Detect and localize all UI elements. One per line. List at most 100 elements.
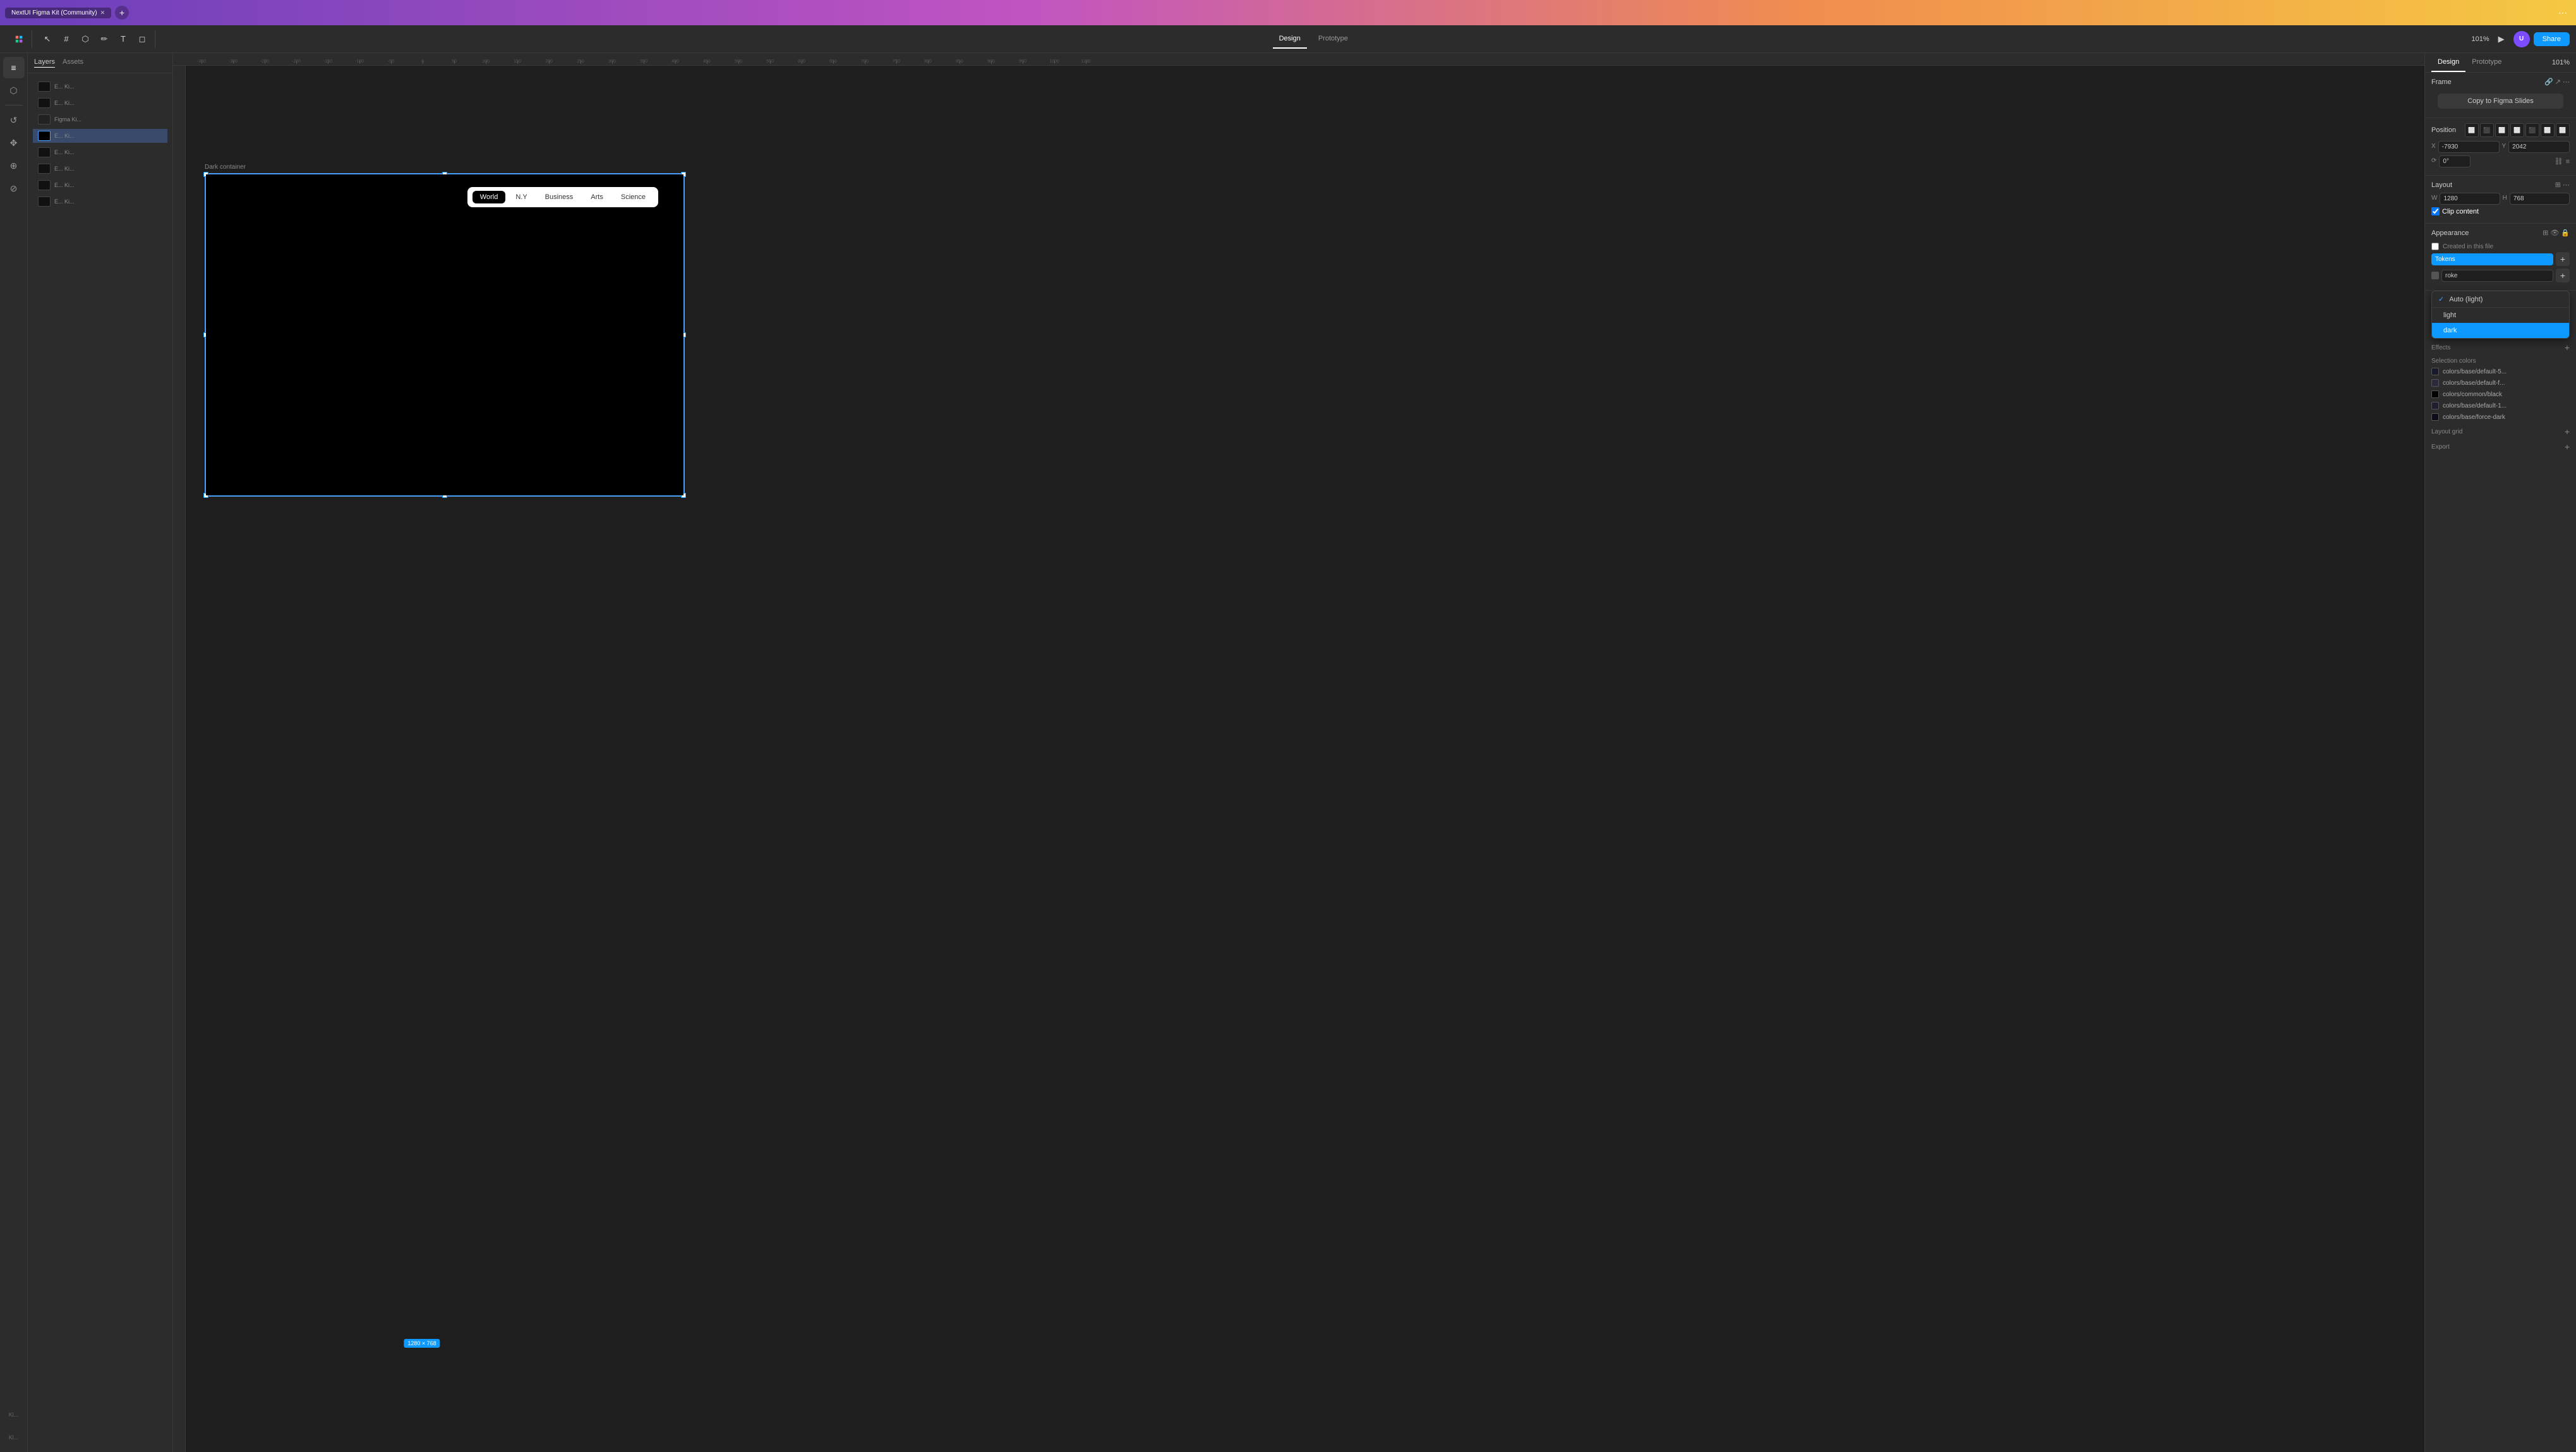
color-row-4[interactable]: colors/base/default-1... bbox=[2425, 400, 2576, 411]
layer-item[interactable]: Figma Ki... bbox=[33, 112, 167, 126]
layer-item[interactable]: E... Ki... bbox=[33, 178, 167, 192]
bottom-icon-2[interactable]: Kl... bbox=[3, 1427, 25, 1448]
right-panel-tabs: Design Prototype 101% bbox=[2425, 53, 2576, 73]
frame-tool-button[interactable]: # bbox=[57, 30, 75, 48]
nav-tab-business[interactable]: Business bbox=[538, 191, 581, 203]
move-icon[interactable]: ✥ bbox=[3, 132, 25, 154]
ruler-mark: 700 bbox=[849, 59, 881, 64]
layer-item[interactable]: E... Ki... bbox=[33, 80, 167, 94]
appearance-eye-icon[interactable]: 👁 bbox=[2550, 229, 2559, 237]
w-label: W bbox=[2431, 195, 2437, 202]
color-row-1[interactable]: colors/base/default-5... bbox=[2425, 366, 2576, 377]
light-option[interactable]: light bbox=[2432, 308, 2569, 323]
stroke-swatch[interactable] bbox=[2431, 272, 2439, 279]
layer-item-selected[interactable]: E... Ki... bbox=[33, 129, 167, 143]
active-tab[interactable]: NextUI Figma Kit (Community) ✕ bbox=[5, 8, 111, 18]
frame-edit-icon[interactable]: ↗ bbox=[2555, 78, 2561, 86]
frame-inner: World N.Y Business Arts Science bbox=[206, 174, 683, 495]
align-center-button[interactable]: ⬛ bbox=[2480, 123, 2494, 137]
ruler-mark: 50 bbox=[438, 59, 470, 64]
share-button[interactable]: Share bbox=[2534, 32, 2570, 46]
layer-item[interactable]: E... Ki... bbox=[33, 162, 167, 176]
tab-design[interactable]: Design bbox=[1273, 30, 1307, 49]
tab-prototype[interactable]: Prototype bbox=[1312, 30, 1354, 49]
align-right-button[interactable]: ⬜ bbox=[2495, 123, 2509, 137]
ruler-mark: 250 bbox=[565, 59, 596, 64]
color-swatch-2 bbox=[2431, 379, 2439, 387]
grid-icon[interactable]: ⊞ bbox=[2555, 181, 2561, 189]
layout-grid-add-button[interactable]: + bbox=[2565, 427, 2570, 437]
appearance-icons: ⊞ 👁 🔒 bbox=[2543, 229, 2570, 237]
align-bottom-button[interactable]: ⬜ bbox=[2541, 123, 2555, 137]
frame-section: Frame 🔗 ↗ ⋯ Copy to Figma Slides bbox=[2425, 73, 2576, 118]
nav-tab-ny[interactable]: N.Y bbox=[508, 191, 534, 203]
distribute-button[interactable]: ⬜ bbox=[2556, 123, 2570, 137]
token-add-button[interactable]: + bbox=[2556, 252, 2570, 266]
export-title: Export + bbox=[2425, 438, 2576, 453]
move-tool-button[interactable]: ↖ bbox=[39, 30, 56, 48]
figma-menu-button[interactable] bbox=[10, 30, 28, 48]
ruler-mark: 800 bbox=[912, 59, 944, 64]
layers-panel-icon[interactable]: ≡ bbox=[3, 57, 25, 78]
align-middle-button[interactable]: ⬛ bbox=[2525, 123, 2539, 137]
layer-item[interactable]: E... Ki... bbox=[33, 195, 167, 209]
pen-tool-button[interactable]: ✏ bbox=[95, 30, 113, 48]
color-row-3[interactable]: colors/common/black bbox=[2425, 389, 2576, 400]
rotation-input[interactable] bbox=[2439, 155, 2471, 167]
color-row-2[interactable]: colors/base/default-f... bbox=[2425, 377, 2576, 389]
align-top-button[interactable]: ⬜ bbox=[2510, 123, 2524, 137]
prototype-tab[interactable]: Prototype bbox=[2465, 53, 2508, 72]
more-options-icon[interactable]: ⋯ bbox=[2555, 6, 2571, 20]
design-tab[interactable]: Design bbox=[2431, 53, 2465, 72]
tab-close-icon[interactable]: ✕ bbox=[100, 9, 105, 16]
appearance-lock-icon[interactable]: 🔒 bbox=[2561, 229, 2570, 237]
copy-figma-slides-button[interactable]: Copy to Figma Slides bbox=[2438, 94, 2563, 109]
add-icon[interactable]: ⊕ bbox=[3, 155, 25, 176]
x-input[interactable] bbox=[2438, 141, 2500, 153]
selection-colors-list: colors/base/default-5... colors/base/def… bbox=[2425, 366, 2576, 423]
frame-wrapper[interactable]: World N.Y Business Arts Science bbox=[205, 173, 685, 497]
w-input[interactable] bbox=[2440, 193, 2500, 205]
canvas-content[interactable]: Dark container World N.Y Bu bbox=[186, 66, 2424, 1452]
dark-option-selected[interactable]: dark bbox=[2432, 323, 2569, 338]
remove-icon[interactable]: ⊘ bbox=[3, 178, 25, 199]
y-input[interactable] bbox=[2508, 141, 2570, 153]
auto-light-option[interactable]: ✓ Auto (light) bbox=[2432, 291, 2569, 308]
play-button[interactable]: ▶ bbox=[2493, 31, 2510, 47]
color-row-5[interactable]: colors/base/force-dark bbox=[2425, 411, 2576, 423]
export-add-button[interactable]: + bbox=[2565, 442, 2570, 452]
align-left-button[interactable]: ⬜ bbox=[2465, 123, 2479, 137]
layers-list: E... Ki... E... Ki... Figma Ki... E... K… bbox=[28, 73, 172, 1452]
nav-tab-arts[interactable]: Arts bbox=[583, 191, 611, 203]
frame-label: Dark container bbox=[205, 164, 246, 171]
shape-tool-button[interactable]: ◻ bbox=[133, 30, 151, 48]
chain-icon[interactable]: ⛓ bbox=[2555, 157, 2563, 166]
stroke-add-button[interactable]: + bbox=[2556, 269, 2570, 282]
undo-icon[interactable]: ↺ bbox=[3, 109, 25, 131]
canvas-area[interactable]: -350 -300 -250 -200 -150 -100 -50 0 50 1… bbox=[173, 53, 2424, 1452]
tokens-input[interactable] bbox=[2431, 253, 2553, 265]
component-button[interactable]: ⬡ bbox=[76, 30, 94, 48]
appearance-grid-icon[interactable]: ⊞ bbox=[2543, 229, 2548, 237]
frame-more-icon[interactable]: ⋯ bbox=[2563, 78, 2570, 86]
right-panel: Design Prototype 101% Frame 🔗 ↗ ⋯ Copy t… bbox=[2424, 53, 2576, 1452]
layers-tab[interactable]: Layers bbox=[34, 58, 55, 68]
assets-icon[interactable]: ⬡ bbox=[3, 80, 25, 101]
text-tool-button[interactable]: T bbox=[114, 30, 132, 48]
nav-tab-science[interactable]: Science bbox=[613, 191, 653, 203]
stroke-input[interactable] bbox=[2441, 270, 2553, 282]
bottom-icon-1[interactable]: Kl... bbox=[3, 1404, 25, 1425]
layout-more-icon[interactable]: ⋯ bbox=[2563, 181, 2570, 189]
assets-tab[interactable]: Assets bbox=[63, 58, 83, 68]
appearance-checkbox[interactable] bbox=[2431, 243, 2439, 250]
layer-item[interactable]: E... Ki... bbox=[33, 145, 167, 159]
layer-item[interactable]: E... Ki... bbox=[33, 96, 167, 110]
ruler-mark: -100 bbox=[344, 59, 375, 64]
position-more-icon[interactable]: ≡ bbox=[2566, 158, 2570, 166]
add-tab-button[interactable]: + bbox=[115, 6, 129, 20]
frame-link-icon[interactable]: 🔗 bbox=[2544, 78, 2553, 86]
effects-add-button[interactable]: + bbox=[2565, 342, 2570, 353]
h-input[interactable] bbox=[2510, 193, 2570, 205]
nav-tab-world[interactable]: World bbox=[472, 191, 506, 203]
clip-content-checkbox[interactable] bbox=[2431, 207, 2440, 215]
